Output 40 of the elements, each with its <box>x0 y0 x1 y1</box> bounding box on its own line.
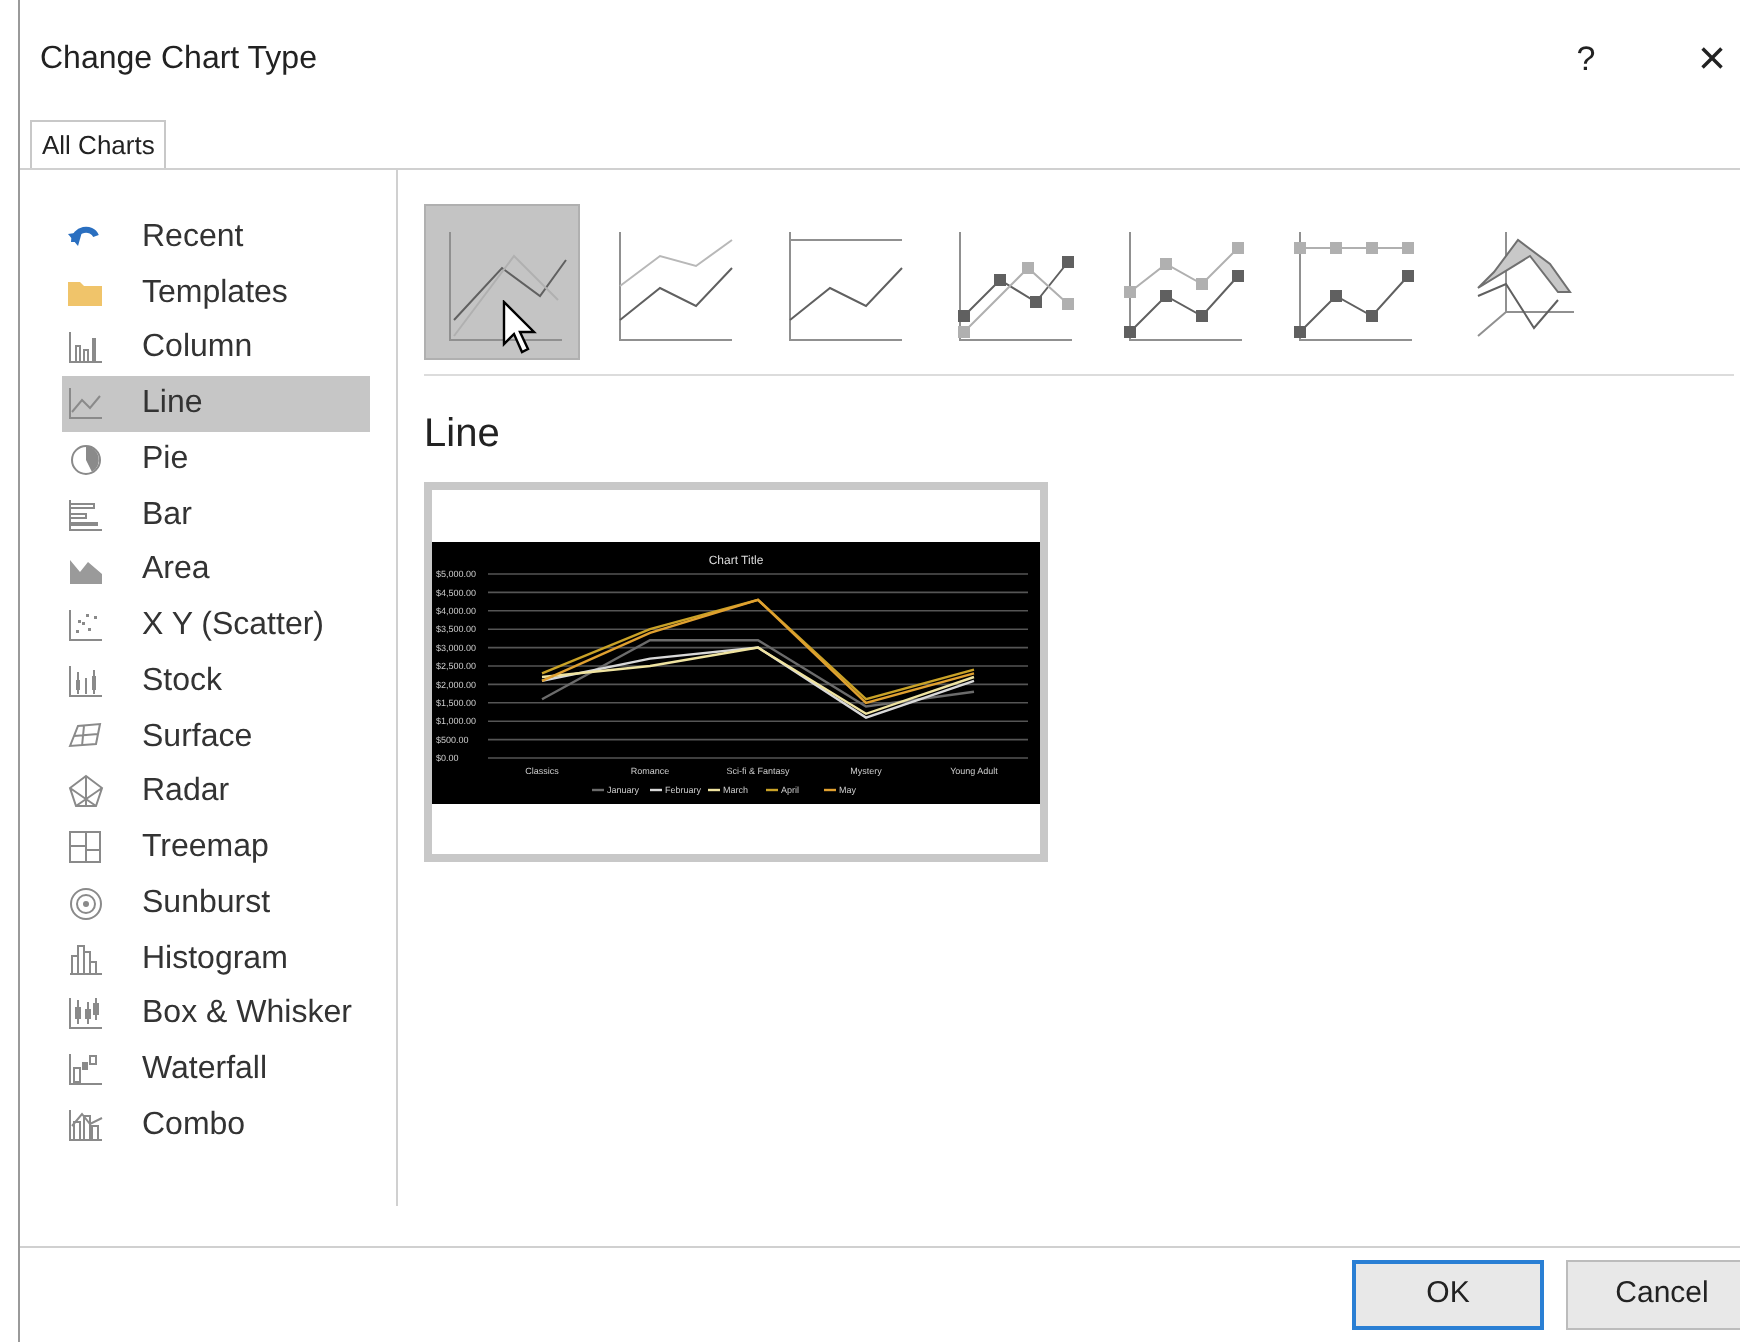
section-heading: Line <box>424 410 500 460</box>
help-button[interactable]: ? <box>1556 30 1616 90</box>
chart-type-item[interactable]: Line <box>62 376 370 432</box>
stock-chart-icon <box>66 661 106 702</box>
ok-button[interactable]: OK <box>1352 1260 1544 1330</box>
chart-type-item[interactable]: Waterfall <box>62 1042 370 1098</box>
chart-type-item[interactable]: Surface <box>62 709 370 765</box>
chart-type-item[interactable]: Treemap <box>62 820 370 876</box>
window-title: Change Chart Type <box>40 40 317 80</box>
box-whisker-icon <box>66 994 106 1035</box>
close-button[interactable]: × <box>1682 30 1740 90</box>
chart-type-item[interactable]: Area <box>62 543 370 599</box>
chart-type-item[interactable]: Pie <box>62 432 370 488</box>
chart-type-item[interactable]: Templates <box>62 265 370 321</box>
line-chart-icon <box>66 384 106 425</box>
scatter-chart-icon <box>66 606 106 647</box>
radar-chart-icon <box>66 772 106 813</box>
cursor-icon <box>502 300 542 356</box>
waterfall-icon <box>66 1050 106 1091</box>
chart-type-item[interactable]: Combo <box>62 1098 370 1154</box>
chart-type-item[interactable]: Stock <box>62 654 370 710</box>
chart-type-item[interactable]: Recent <box>62 210 370 266</box>
chart-type-item[interactable]: Radar <box>62 765 370 821</box>
chart-type-item[interactable]: Sunburst <box>62 876 370 932</box>
cancel-button[interactable]: Cancel <box>1566 1260 1740 1330</box>
chart-preview[interactable] <box>424 482 1048 862</box>
pie-chart-icon <box>66 439 106 480</box>
column-chart-icon <box>66 328 106 369</box>
histogram-icon <box>66 939 106 980</box>
tab[interactable]: All Charts <box>30 120 167 168</box>
treemap-icon <box>66 828 106 869</box>
combo-chart-icon <box>66 1105 106 1146</box>
chart-type-item[interactable]: Bar <box>62 487 370 543</box>
chart-type-item[interactable]: Column <box>62 321 370 377</box>
chart-subtype-button[interactable] <box>424 204 580 360</box>
sunburst-icon <box>66 883 106 924</box>
bar-chart-icon <box>66 495 106 536</box>
chart-type-item[interactable]: X Y (Scatter) <box>62 598 370 654</box>
chart-type-item[interactable]: Box & Whisker <box>62 987 370 1043</box>
chart-type-item[interactable]: Histogram <box>62 931 370 987</box>
